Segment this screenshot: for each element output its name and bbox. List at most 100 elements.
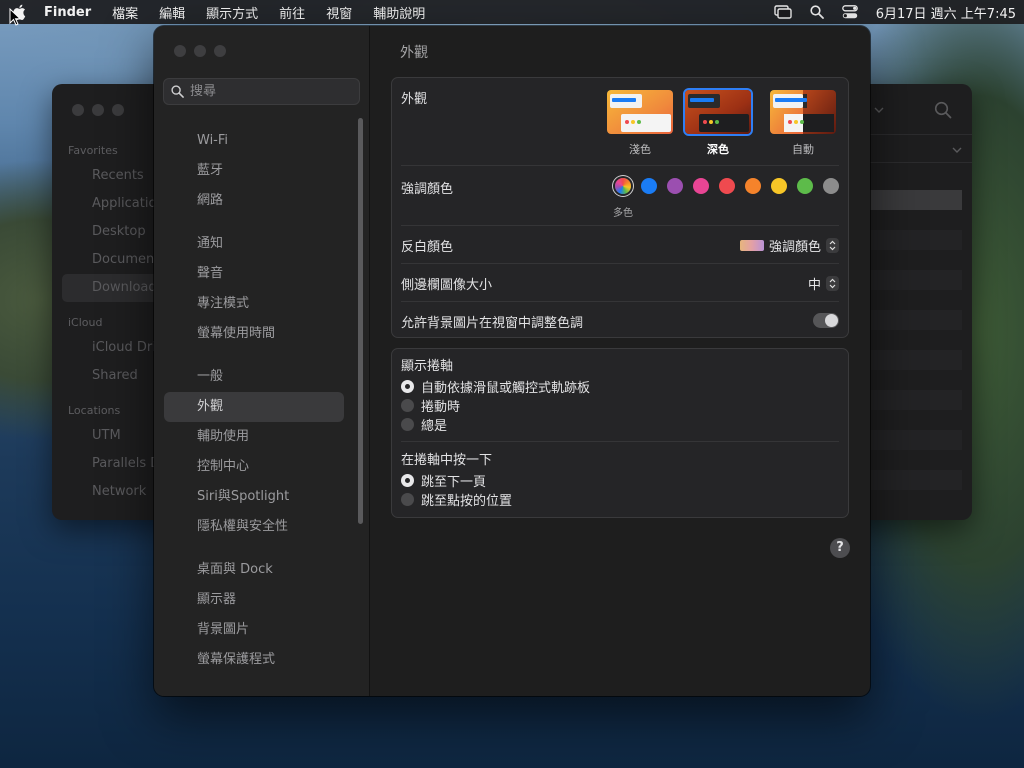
accent-color-swatches bbox=[615, 178, 839, 194]
control-center-icon[interactable] bbox=[841, 5, 858, 19]
radio-label: 自動依據滑鼠或觸控式軌跡板 bbox=[421, 381, 591, 396]
auto-mode-preview-icon bbox=[770, 90, 836, 134]
sidebar-item-bluetooth[interactable]: 藍牙 bbox=[164, 156, 344, 186]
menu-go[interactable]: 前往 bbox=[279, 3, 305, 22]
accent-pink-swatch[interactable] bbox=[693, 178, 709, 194]
light-mode-thumbnail[interactable] bbox=[605, 88, 675, 136]
chevron-down-icon[interactable] bbox=[952, 146, 962, 154]
dark-mode-thumbnail[interactable] bbox=[683, 88, 753, 136]
finder-row[interactable] bbox=[870, 270, 962, 290]
accent-green-swatch[interactable] bbox=[797, 178, 813, 194]
sidebar-item-sound[interactable]: 聲音 bbox=[164, 259, 344, 289]
up-down-chevron-icon bbox=[826, 276, 839, 291]
accent-multicolor-swatch[interactable] bbox=[615, 178, 631, 194]
highlight-color-value: 強調顏色 bbox=[768, 240, 821, 255]
wallpaper-tint-toggle[interactable] bbox=[813, 313, 839, 328]
menu-app-name[interactable]: Finder bbox=[44, 5, 91, 20]
scrollbar-settings-group: 顯示捲軸 自動依據滑鼠或觸控式軌跡板 捲動時 總是 在捲軸中按一下 跳至下一頁 bbox=[391, 348, 849, 518]
radio-button-selected[interactable] bbox=[401, 380, 414, 393]
highlight-color-popup[interactable]: 強調顏色 bbox=[739, 236, 839, 255]
finder-row[interactable] bbox=[870, 310, 962, 330]
menu-clock[interactable]: 6月17日 週六 上午7:45 bbox=[876, 3, 1016, 22]
menu-edit[interactable]: 編輯 bbox=[159, 3, 185, 22]
system-settings-window[interactable]: Wi-Fi 藍牙 網路 通知 聲音 專注模式 螢幕使用時間 一般 外觀 輔助使用… bbox=[154, 26, 870, 696]
settings-search-input[interactable] bbox=[190, 84, 350, 99]
sidebar-item-privacy-security[interactable]: 隱私權與安全性 bbox=[164, 512, 344, 542]
accent-purple-swatch[interactable] bbox=[667, 178, 683, 194]
accent-color-row: 強調顏色 多色 bbox=[401, 166, 839, 226]
accent-yellow-swatch[interactable] bbox=[771, 178, 787, 194]
finder-row[interactable] bbox=[870, 230, 962, 250]
sidebar-item-accessibility[interactable]: 輔助使用 bbox=[164, 422, 344, 452]
sidebar-item-control-center[interactable]: 控制中心 bbox=[164, 452, 344, 482]
scrollbar-option-auto[interactable]: 自動依據滑鼠或觸控式軌跡板 bbox=[401, 377, 839, 396]
finder-row[interactable] bbox=[870, 470, 962, 490]
menu-window[interactable]: 視窗 bbox=[326, 3, 352, 22]
click-option-next-page[interactable]: 跳至下一頁 bbox=[401, 471, 839, 490]
menu-bar: Finder 檔案 編輯 顯示方式 前往 視窗 輔助說明 6月17日 週六 上午… bbox=[0, 0, 1024, 24]
accent-graphite-swatch[interactable] bbox=[823, 178, 839, 194]
sidebar-item-wifi[interactable]: Wi-Fi bbox=[164, 126, 344, 156]
appearance-label: 外觀 bbox=[401, 92, 428, 107]
wallpaper-tint-row: 允許背景圖片在視窗中調整色調 bbox=[401, 302, 839, 338]
radio-button[interactable] bbox=[401, 418, 414, 431]
appearance-option-auto[interactable]: 自動 bbox=[768, 88, 838, 157]
sidebar-item-general[interactable]: 一般 bbox=[164, 362, 344, 392]
page-title: 外觀 bbox=[400, 45, 428, 61]
scrollbar-option-when-scrolling[interactable]: 捲動時 bbox=[401, 396, 839, 415]
wallpaper-tint-label: 允許背景圖片在視窗中調整色調 bbox=[401, 316, 584, 331]
chevron-down-icon[interactable] bbox=[874, 106, 884, 114]
finder-row[interactable] bbox=[870, 390, 962, 410]
menu-file[interactable]: 檔案 bbox=[112, 3, 138, 22]
settings-search-box[interactable] bbox=[163, 78, 360, 105]
appearance-option-light[interactable]: 淺色 bbox=[605, 88, 675, 157]
click-option-clicked-spot[interactable]: 跳至點按的位置 bbox=[401, 490, 839, 509]
auto-mode-thumbnail[interactable] bbox=[768, 88, 838, 136]
highlight-color-label: 反白顏色 bbox=[401, 240, 454, 255]
mouse-cursor-icon bbox=[9, 8, 21, 26]
window-traffic-lights[interactable] bbox=[174, 45, 226, 57]
sidebar-item-screen-time[interactable]: 螢幕使用時間 bbox=[164, 319, 344, 349]
menu-view[interactable]: 顯示方式 bbox=[206, 3, 258, 22]
search-icon[interactable] bbox=[934, 101, 952, 119]
accent-blue-swatch[interactable] bbox=[641, 178, 657, 194]
menu-help[interactable]: 輔助說明 bbox=[373, 3, 425, 22]
sidebar-item-notifications[interactable]: 通知 bbox=[164, 229, 344, 259]
help-button[interactable]: ? bbox=[830, 538, 850, 558]
accent-red-swatch[interactable] bbox=[719, 178, 735, 194]
screen-mirroring-icon[interactable] bbox=[774, 5, 792, 19]
sidebar-item-focus[interactable]: 專注模式 bbox=[164, 289, 344, 319]
finder-header-divider bbox=[870, 162, 972, 163]
sidebar-item-displays[interactable]: 顯示器 bbox=[164, 585, 344, 615]
scrollbar-option-always[interactable]: 總是 bbox=[401, 415, 839, 434]
group-divider bbox=[401, 441, 839, 442]
finder-row[interactable] bbox=[870, 430, 962, 450]
sidebar-scrollbar[interactable] bbox=[358, 118, 363, 524]
accent-orange-swatch[interactable] bbox=[745, 178, 761, 194]
appearance-option-label: 淺色 bbox=[629, 143, 651, 156]
radio-button[interactable] bbox=[401, 399, 414, 412]
appearance-option-dark[interactable]: 深色 bbox=[683, 88, 753, 157]
finder-row-selected[interactable] bbox=[870, 190, 962, 210]
sidebar-icon-size-popup[interactable]: 中 bbox=[808, 274, 839, 293]
finder-row[interactable] bbox=[870, 350, 962, 370]
sidebar-item-screen-saver[interactable]: 螢幕保護程式 bbox=[164, 645, 344, 675]
sidebar-item-wallpaper[interactable]: 背景圖片 bbox=[164, 615, 344, 645]
radio-button[interactable] bbox=[401, 493, 414, 506]
up-down-chevron-icon bbox=[826, 238, 839, 253]
finder-toolbar-divider bbox=[870, 134, 972, 135]
sidebar-item-siri-spotlight[interactable]: Siri與Spotlight bbox=[164, 482, 344, 512]
spotlight-search-icon[interactable] bbox=[810, 5, 824, 19]
settings-sidebar: Wi-Fi 藍牙 網路 通知 聲音 專注模式 螢幕使用時間 一般 外觀 輔助使用… bbox=[154, 26, 370, 696]
sidebar-item-desktop-dock[interactable]: 桌面與 Dock bbox=[164, 555, 344, 585]
sidebar-item-network[interactable]: 網路 bbox=[164, 186, 344, 216]
settings-nav-list: Wi-Fi 藍牙 網路 通知 聲音 專注模式 螢幕使用時間 一般 外觀 輔助使用… bbox=[164, 126, 344, 675]
radio-button-selected[interactable] bbox=[401, 474, 414, 487]
radio-label: 總是 bbox=[421, 419, 448, 434]
appearance-option-label: 自動 bbox=[792, 143, 814, 156]
search-icon bbox=[171, 85, 184, 98]
radio-label: 捲動時 bbox=[421, 400, 461, 415]
appearance-settings-group: 外觀 淺色 深色 自動 強調顏色 多色 反白顏色 強調顏色 側邊欄圖像大小 中 … bbox=[391, 77, 849, 338]
light-mode-preview-icon bbox=[607, 90, 673, 134]
sidebar-item-appearance[interactable]: 外觀 bbox=[164, 392, 344, 422]
